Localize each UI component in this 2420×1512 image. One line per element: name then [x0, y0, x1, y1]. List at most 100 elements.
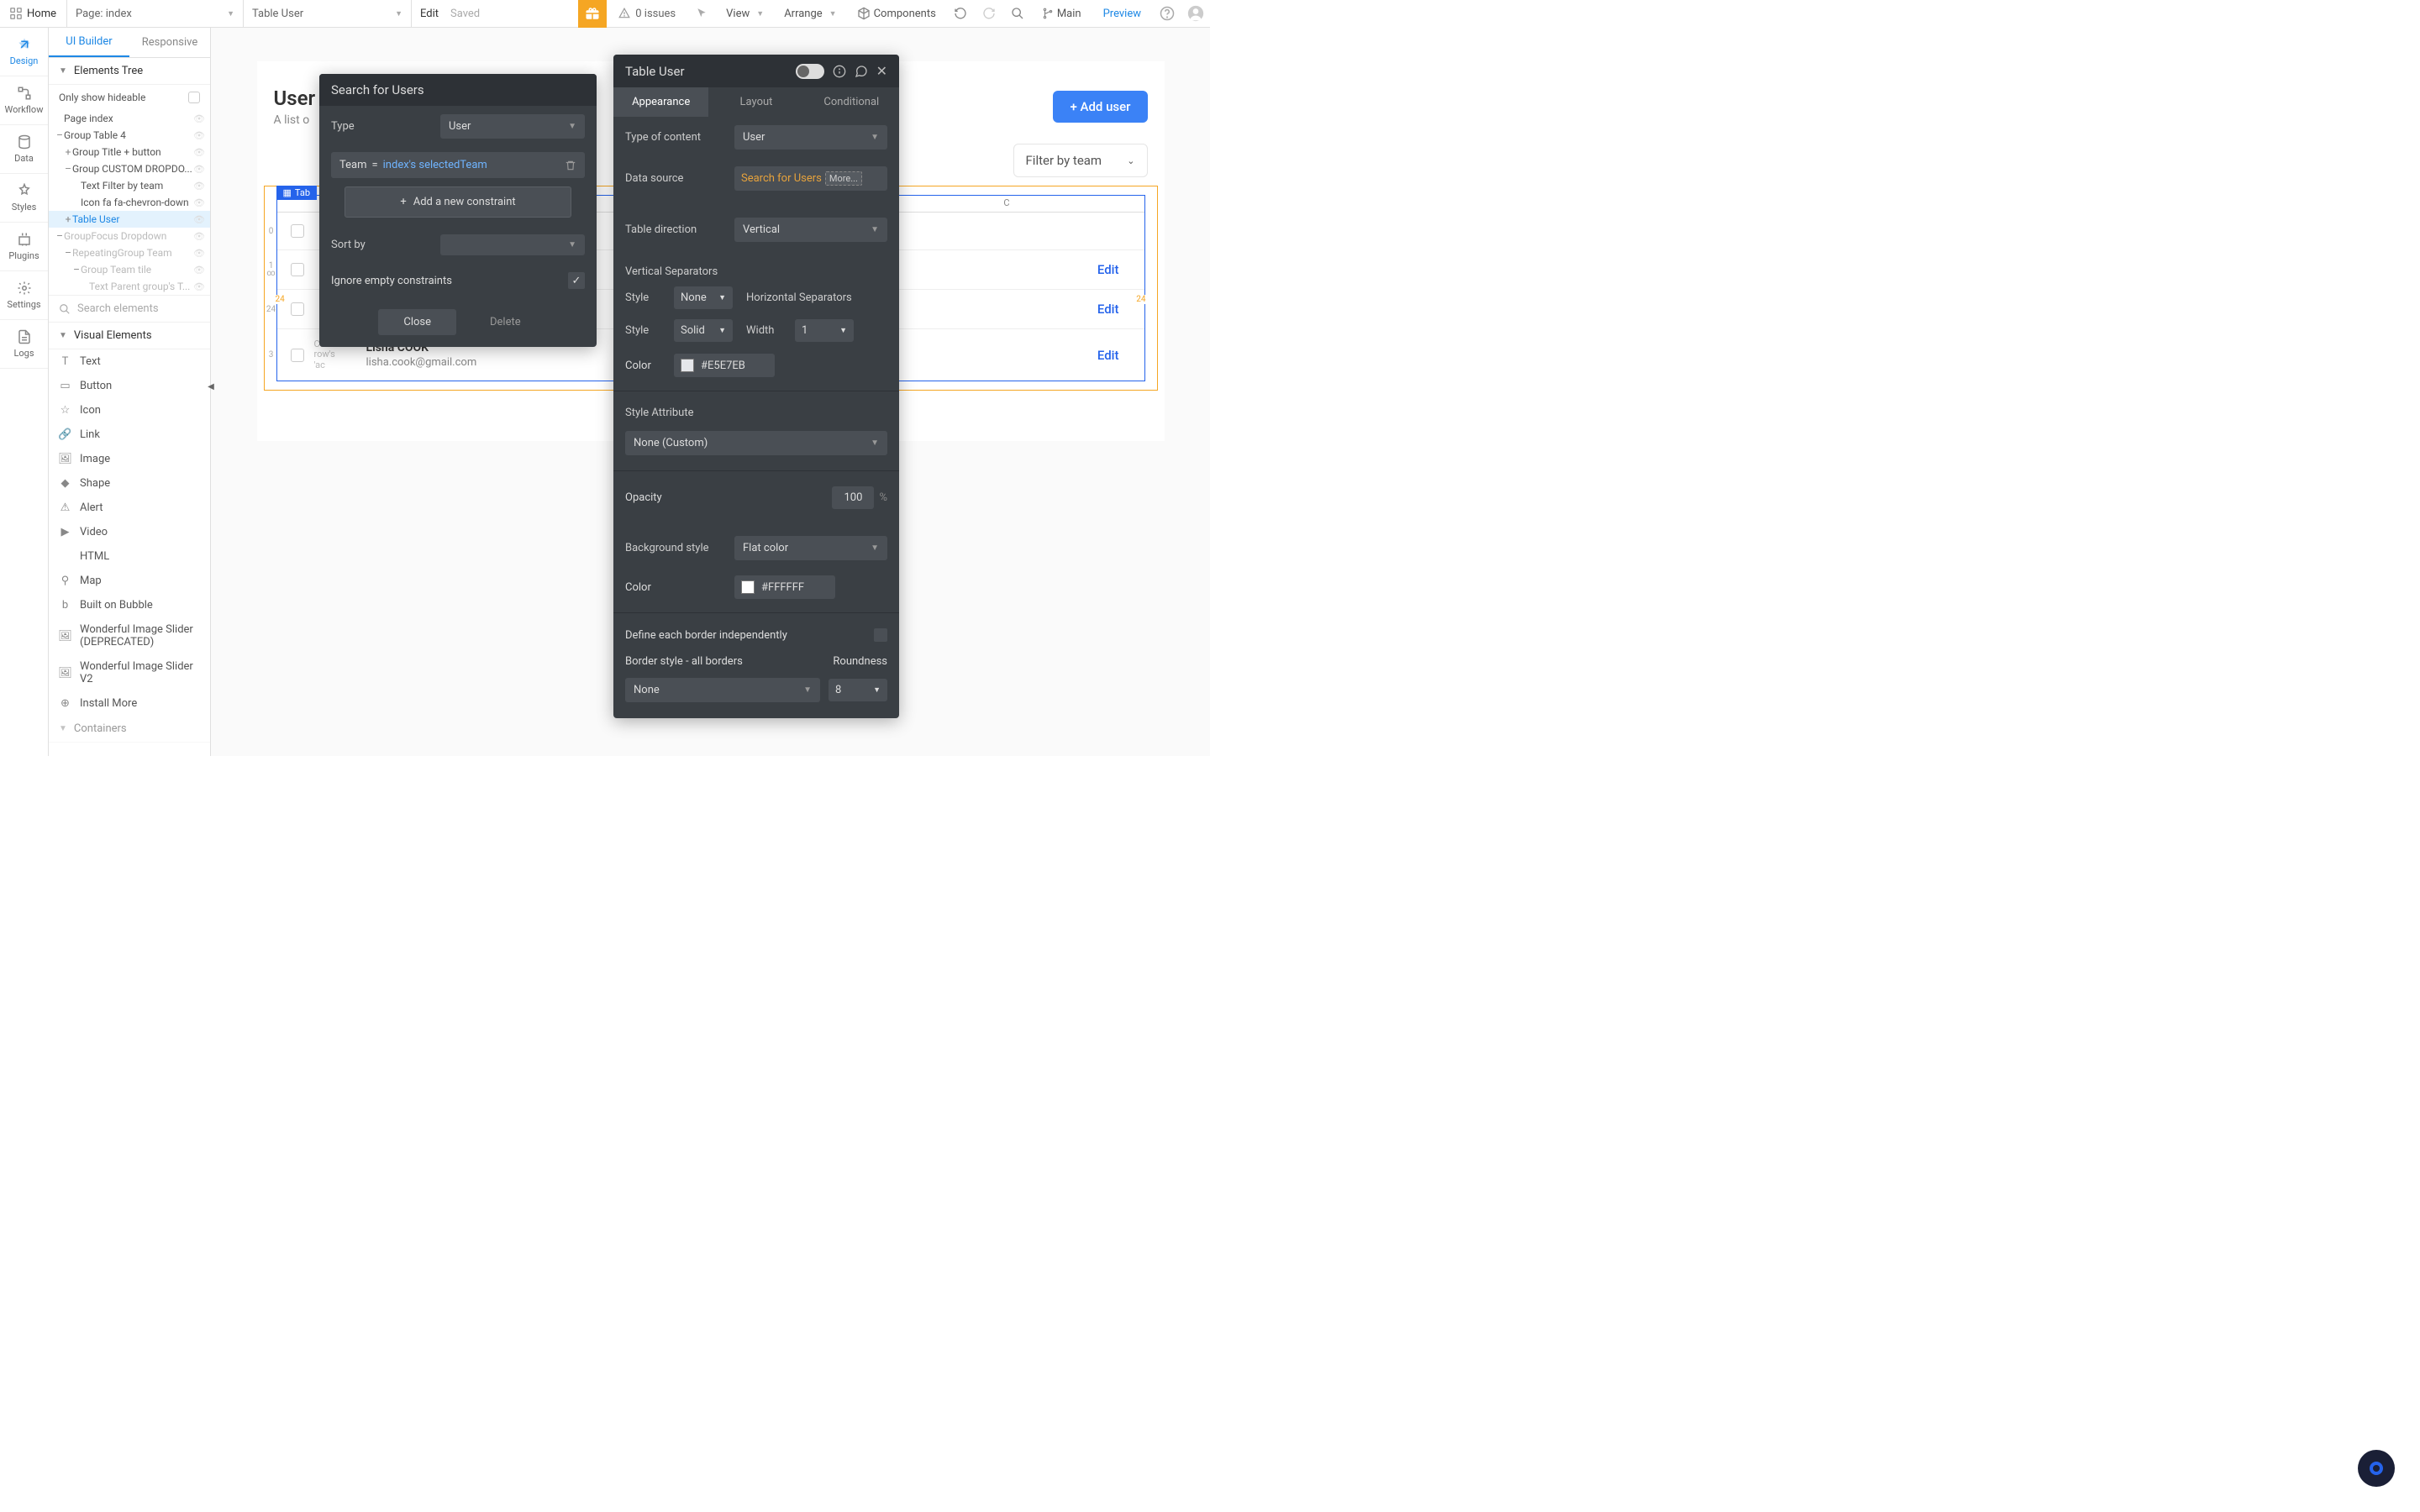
edit-link[interactable]: Edit	[1097, 302, 1119, 317]
elements-tree-header[interactable]: ▼ Elements Tree	[49, 58, 210, 85]
visibility-icon[interactable]: 👁	[193, 130, 205, 141]
tab-responsive[interactable]: Responsive	[129, 28, 210, 57]
undo-button[interactable]	[946, 7, 975, 20]
element-tag[interactable]: ▦ Tab	[276, 186, 318, 200]
visual-element-item[interactable]: TText	[49, 349, 210, 374]
hsep-width-dropdown[interactable]: 1▼	[795, 319, 854, 342]
tree-item[interactable]: – GroupFocus Dropdown👁	[49, 228, 210, 244]
search-elements[interactable]: Search elements	[49, 295, 210, 323]
visibility-icon[interactable]: 👁	[193, 181, 205, 192]
expand-icon[interactable]: –	[72, 264, 81, 276]
redo-button[interactable]	[975, 7, 1003, 20]
info-icon[interactable]	[833, 65, 846, 78]
page-select[interactable]: Page: index ▼	[67, 0, 244, 27]
expand-icon[interactable]: –	[55, 129, 64, 141]
visual-element-item[interactable]: 🖼Wonderful Image Slider (DEPRECATED)	[49, 617, 210, 654]
visual-element-item[interactable]: ⊕Install More	[49, 691, 210, 716]
edit-link[interactable]: Edit	[1097, 348, 1119, 363]
trash-icon[interactable]	[565, 160, 576, 171]
color-swatch[interactable]	[741, 580, 755, 594]
style-attribute-dropdown[interactable]: None (Custom) ▼	[625, 431, 887, 455]
preview-button[interactable]: Preview	[1092, 0, 1153, 27]
arrange-menu[interactable]: Arrange▼	[774, 0, 846, 27]
user-avatar[interactable]	[1181, 5, 1210, 22]
components-button[interactable]: Components	[847, 0, 946, 27]
issues-button[interactable]: 0 issues	[607, 8, 687, 20]
type-dropdown[interactable]: User ▼	[440, 114, 585, 139]
rail-data[interactable]: Data	[0, 125, 48, 174]
tab-layout[interactable]: Layout	[708, 87, 803, 117]
rail-styles[interactable]: Styles	[0, 174, 48, 223]
checkbox-icon[interactable]	[291, 302, 304, 316]
gift-button[interactable]	[578, 0, 607, 28]
visibility-icon[interactable]: 👁	[193, 248, 205, 259]
tree-item[interactable]: – Group CUSTOM DROPDO...👁	[49, 160, 210, 177]
visual-element-item[interactable]: 🖼Image	[49, 447, 210, 471]
visibility-icon[interactable]: 👁	[193, 113, 205, 124]
more-chip[interactable]: More...	[825, 171, 862, 186]
tab-conditional[interactable]: Conditional	[804, 87, 899, 117]
table-direction-dropdown[interactable]: Vertical ▼	[734, 218, 887, 242]
color-swatch[interactable]	[681, 359, 694, 372]
checkbox-icon[interactable]	[874, 628, 887, 642]
visibility-icon[interactable]: 👁	[193, 281, 205, 292]
vsep-style-dropdown[interactable]: None▼	[674, 286, 733, 309]
opacity-input[interactable]: 100	[832, 486, 874, 509]
visual-element-item[interactable]: 🔗Link	[49, 423, 210, 447]
type-of-content-dropdown[interactable]: User ▼	[734, 125, 887, 150]
expand-icon[interactable]: –	[64, 247, 72, 259]
containers-header[interactable]: ▼ Containers	[49, 716, 210, 743]
checkbox-checked-icon[interactable]: ✓	[568, 272, 585, 289]
visibility-icon[interactable]: 👁	[193, 164, 205, 175]
visual-element-item[interactable]: 🖼Wonderful Image Slider V2	[49, 654, 210, 691]
checkbox-icon[interactable]	[291, 263, 304, 276]
rail-settings[interactable]: Settings	[0, 271, 48, 320]
visual-element-item[interactable]: ▭Button	[49, 374, 210, 398]
rail-workflow[interactable]: Workflow	[0, 76, 48, 125]
pointer-tool[interactable]	[687, 8, 716, 19]
delete-button[interactable]: Delete	[473, 309, 538, 335]
visibility-icon[interactable]: 👁	[193, 197, 205, 208]
help-bubble[interactable]	[2358, 1450, 2395, 1487]
visual-element-item[interactable]: ⚠Alert	[49, 496, 210, 520]
tree-item[interactable]: + Table User👁	[49, 211, 210, 228]
help-button[interactable]	[1153, 6, 1181, 21]
expand-icon[interactable]: +	[64, 213, 72, 225]
edit-link[interactable]: Edit	[1097, 262, 1119, 277]
hsep-color-input[interactable]: #E5E7EB	[674, 354, 775, 377]
visual-element-item[interactable]: bBuilt on Bubble	[49, 593, 210, 617]
visual-element-item[interactable]: ⚲Map	[49, 569, 210, 593]
element-select[interactable]: Table User ▼	[244, 0, 412, 27]
tree-item[interactable]: + Group Title + button👁	[49, 144, 210, 160]
add-user-button[interactable]: + Add user	[1053, 91, 1147, 123]
close-icon[interactable]: ✕	[876, 63, 887, 79]
checkbox-icon[interactable]	[291, 224, 304, 238]
roundness-dropdown[interactable]: 8▼	[829, 679, 887, 701]
collapse-panel-handle[interactable]: ◀	[207, 378, 215, 395]
visibility-icon[interactable]: 👁	[193, 147, 205, 158]
tree-item[interactable]: Icon fa fa-chevron-down👁	[49, 194, 210, 211]
tab-ui-builder[interactable]: UI Builder	[49, 28, 129, 57]
tree-item[interactable]: Text Filter by team👁	[49, 177, 210, 194]
sort-by-dropdown[interactable]: ▼	[440, 234, 585, 255]
tree-item[interactable]: – Group Table 4👁	[49, 127, 210, 144]
hsep-style-dropdown[interactable]: Solid▼	[674, 319, 733, 342]
tree-item[interactable]: Text Parent group's T...👁	[49, 278, 210, 295]
tree-item[interactable]: – Group Team tile👁	[49, 261, 210, 278]
visibility-icon[interactable]: 👁	[193, 231, 205, 242]
tree-item[interactable]: – RepeatingGroup Team👁	[49, 244, 210, 261]
responsive-toggle[interactable]	[796, 64, 824, 79]
checkbox-icon[interactable]	[291, 349, 304, 362]
search-button[interactable]	[1003, 7, 1032, 20]
edit-mode-label[interactable]: Edit	[420, 8, 439, 20]
data-source-input[interactable]: Search for Users More...	[734, 166, 887, 191]
visibility-icon[interactable]: 👁	[193, 265, 205, 276]
rail-design[interactable]: Design	[0, 28, 48, 76]
add-constraint-button[interactable]: + Add a new constraint	[345, 186, 571, 218]
home-button[interactable]: Home	[0, 0, 67, 27]
bg-color-input[interactable]: #FFFFFF	[734, 575, 835, 599]
visual-element-item[interactable]: ▶Video	[49, 520, 210, 544]
visual-element-item[interactable]: ☆Icon	[49, 398, 210, 423]
view-menu[interactable]: View▼	[716, 0, 774, 27]
expand-icon[interactable]: –	[64, 163, 72, 175]
